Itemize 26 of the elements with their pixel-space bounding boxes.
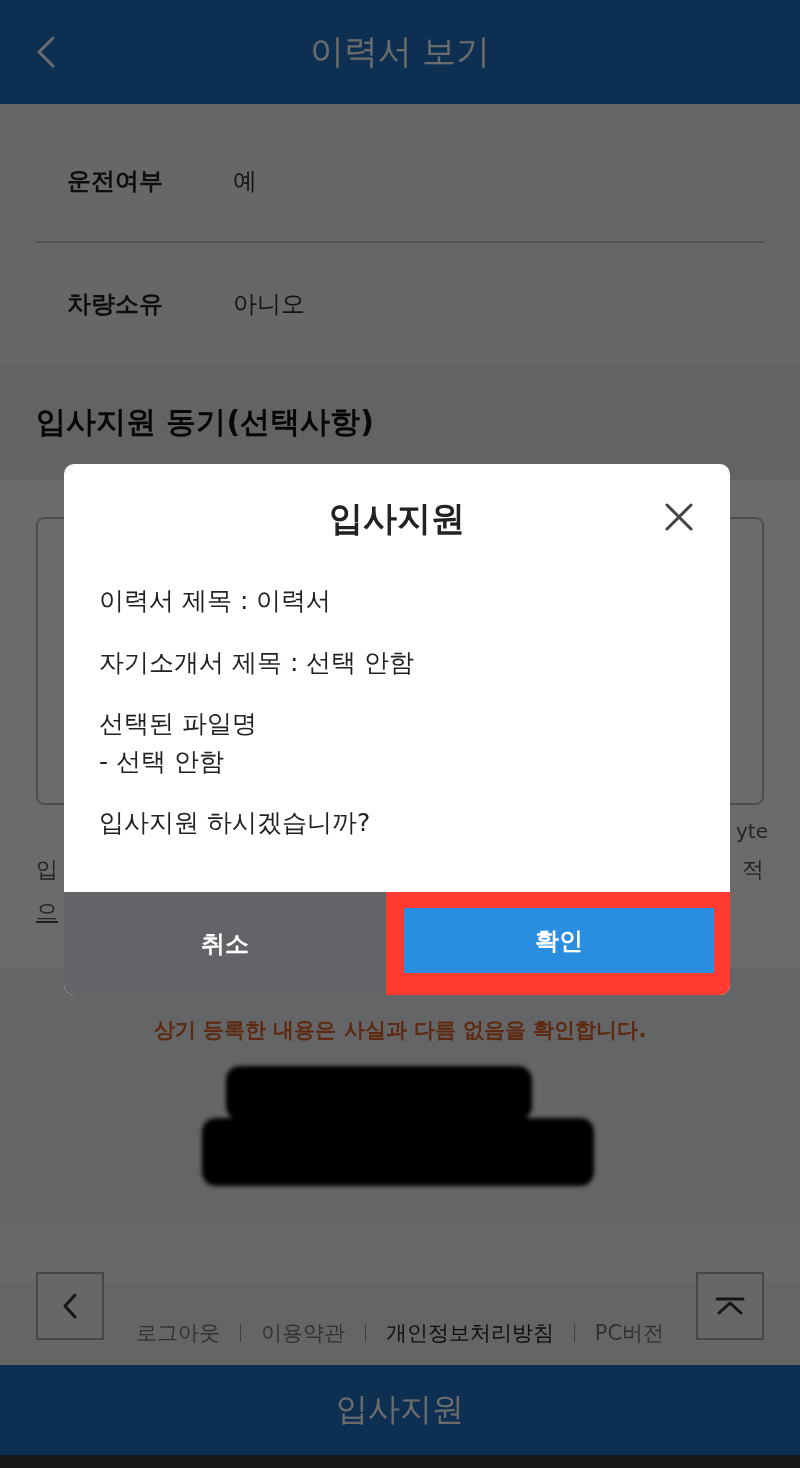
- notice-text: 입: [36, 856, 58, 884]
- footer-link[interactable]: 개인정보처리방침: [385, 1319, 554, 1347]
- dialog-title: 입사지원: [328, 497, 466, 540]
- notice-text: 으: [36, 898, 58, 926]
- detail-value: 아니오: [233, 289, 305, 320]
- scroll-top-icon: [714, 1296, 746, 1316]
- detail-value: 예: [233, 165, 257, 197]
- dialog-text: 이력서 제목 : 이력서: [99, 585, 333, 617]
- dialog-text: 선택된 파일명 - 선택 안함: [99, 708, 258, 778]
- confirm-button[interactable]: 확인: [404, 908, 714, 973]
- prev-button[interactable]: [36, 1272, 104, 1340]
- page-title: 이력서 보기: [309, 30, 491, 73]
- detail-label: 차량소유: [67, 289, 164, 320]
- notice-text: 적: [742, 856, 764, 884]
- close-icon[interactable]: [664, 502, 694, 532]
- cancel-button[interactable]: 취소: [64, 892, 386, 995]
- confirm-notice: 상기 등록한 내용은 사실과 다름 없음을 확인합니다.: [153, 1017, 647, 1044]
- char-counter: yte: [736, 819, 768, 843]
- back-icon[interactable]: [36, 35, 56, 69]
- section-title: 입사지원 동기(선택사항): [36, 403, 374, 441]
- detail-label: 운전여부: [67, 165, 164, 197]
- scroll-top-button[interactable]: [696, 1272, 764, 1340]
- chevron-left-icon: [62, 1292, 78, 1320]
- dialog-text: 자기소개서 제목 : 선택 안함: [99, 646, 416, 679]
- dialog-text: 입사지원 하시겠습니까?: [99, 807, 372, 839]
- apply-button[interactable]: 입사지원: [0, 1365, 800, 1455]
